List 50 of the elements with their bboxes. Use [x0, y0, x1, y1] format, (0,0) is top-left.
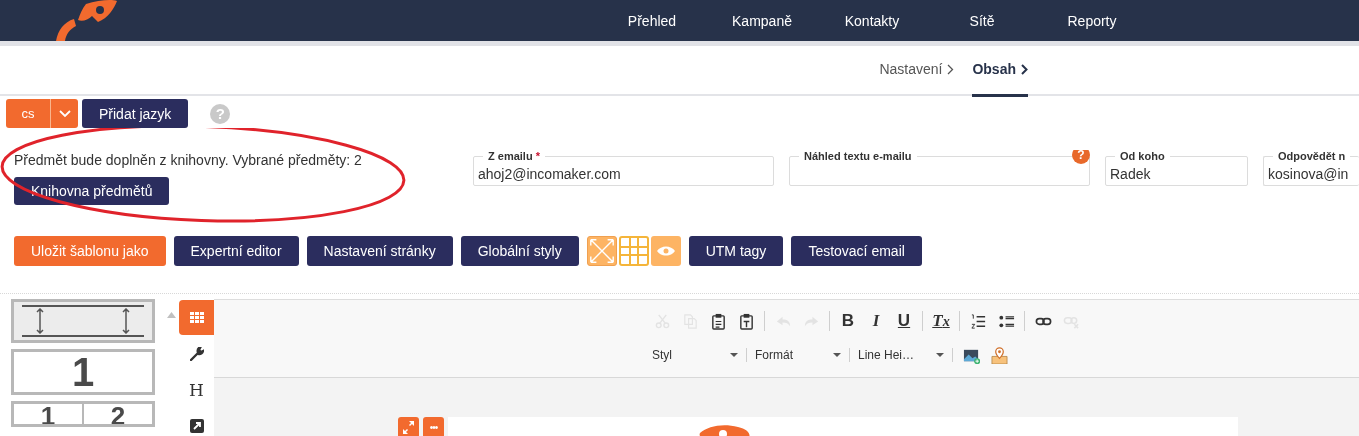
- eye-icon[interactable]: [650, 236, 681, 266]
- double-arrow-icon: [122, 308, 130, 334]
- format-dropdown[interactable]: Formát: [755, 348, 841, 362]
- nav-link[interactable]: Přehled: [597, 12, 707, 29]
- spacer-block[interactable]: [11, 299, 155, 343]
- move-button[interactable]: [398, 417, 419, 436]
- subject-info-text: Předmět bude doplněn z knihovny. Vybrané předměty: 2: [14, 152, 363, 168]
- scroll-up-icon[interactable]: [167, 312, 176, 318]
- toolbar-button[interactable]: Testovací email: [791, 236, 922, 266]
- format-dropdown[interactable]: Line Hei…: [858, 348, 944, 362]
- grid-icon[interactable]: [618, 236, 649, 266]
- format-dropdown[interactable]: Styl: [652, 348, 738, 362]
- toolbar-button[interactable]: Expertní editor: [173, 236, 299, 266]
- toolbar-button[interactable]: Nastavení stránky: [306, 236, 453, 266]
- caret-icon: [833, 353, 841, 357]
- toolbar-button[interactable]: UTM tagy: [688, 236, 784, 266]
- italic-button[interactable]: I: [866, 311, 886, 331]
- subject-library-button[interactable]: Knihovna předmětů: [14, 177, 170, 205]
- add-language-button[interactable]: Přidat jazyk: [82, 99, 189, 128]
- step-tab[interactable]: Obsah: [972, 46, 1028, 97]
- image-icon: [189, 418, 204, 433]
- fullscreen-icon[interactable]: [586, 236, 617, 266]
- field-label: Z emailu *: [483, 150, 545, 163]
- caret-icon: [58, 109, 71, 118]
- numbered-list-icon: [969, 312, 987, 330]
- step-tab[interactable]: Nastavení: [879, 46, 955, 97]
- field-label: Od koho: [1115, 150, 1170, 163]
- paste-text-icon: [737, 312, 755, 330]
- nav-link[interactable]: Kampaně: [707, 12, 817, 29]
- caret-icon: [936, 353, 944, 357]
- chevron-icon: [1021, 63, 1028, 75]
- numbered-list-button[interactable]: [968, 311, 988, 331]
- column-layout-block[interactable]: 1: [11, 349, 155, 395]
- nav-link[interactable]: Kontakty: [817, 12, 927, 29]
- nav-link[interactable]: Reporty: [1037, 12, 1147, 29]
- map-pin-icon: [990, 346, 1008, 364]
- grid-icon: [189, 312, 204, 323]
- nav-link[interactable]: Sítě: [927, 12, 1037, 29]
- toolbar-button[interactable]: Globální styly: [460, 236, 579, 266]
- wrench-icon: [189, 346, 204, 361]
- paste-icon: [709, 312, 727, 330]
- caret-icon: [730, 353, 738, 357]
- underline-button[interactable]: U: [894, 311, 914, 331]
- move-icon: [403, 421, 414, 434]
- double-arrow-icon: [36, 308, 44, 334]
- field-label: Odpovědět n: [1273, 150, 1351, 163]
- bold-button[interactable]: B: [838, 311, 858, 331]
- field-label: Náhled textu e-mailu: [799, 150, 917, 163]
- chevron-icon: [947, 63, 955, 75]
- map-pin-button[interactable]: [989, 345, 1009, 365]
